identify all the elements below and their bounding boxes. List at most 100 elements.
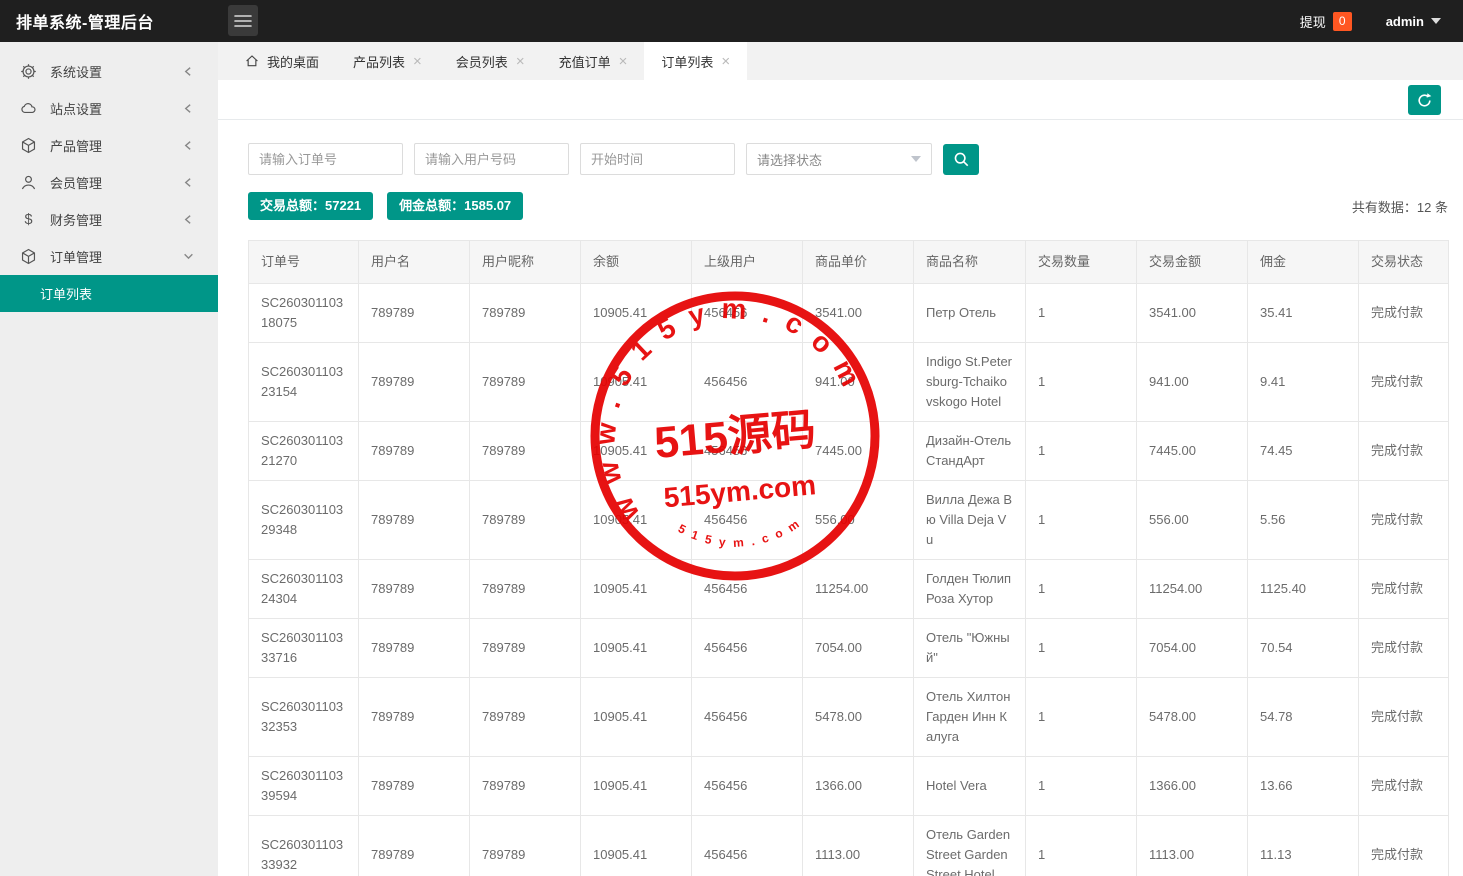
tab-member-list[interactable]: 会员列表 ×	[439, 42, 542, 80]
column-header: 佣金	[1248, 241, 1359, 284]
top-bar: 排单系统-管理后台 提现 0 admin	[0, 0, 1463, 42]
tab-label: 产品列表	[353, 52, 405, 71]
sidebar-toggle-button[interactable]	[228, 5, 258, 36]
table-cell: 456456	[692, 481, 803, 560]
table-cell: 11.13	[1248, 816, 1359, 876]
order-table: 订单号用户名用户昵称余额上级用户商品单价商品名称交易数量交易金额佣金交易状态 S…	[248, 240, 1449, 876]
column-header: 用户名	[359, 241, 470, 284]
table-row: SC2603011032430478978978978910905.414564…	[249, 560, 1449, 619]
order-no-input[interactable]	[248, 143, 403, 175]
table-cell: Вилла Дежа Вю Villa Deja Vu	[914, 481, 1026, 560]
table-cell: 1366.00	[803, 757, 914, 816]
table-cell: 完成付款	[1359, 481, 1449, 560]
table-cell: 789789	[470, 757, 581, 816]
order-table-wrap: 订单号用户名用户昵称余额上级用户商品单价商品名称交易数量交易金额佣金交易状态 S…	[248, 240, 1448, 876]
close-icon[interactable]: ×	[619, 54, 628, 69]
close-icon[interactable]: ×	[516, 54, 525, 69]
table-cell: 10905.41	[581, 481, 692, 560]
table-cell: 10905.41	[581, 422, 692, 481]
start-time-input[interactable]	[580, 143, 735, 175]
tab-recharge-orders[interactable]: 充值订单 ×	[542, 42, 645, 80]
sidebar-item-label: 产品管理	[50, 136, 102, 155]
status-select[interactable]: 请选择状态	[746, 143, 932, 175]
sidebar-item-product-management[interactable]: 产品管理	[0, 127, 218, 164]
home-icon	[245, 54, 259, 68]
table-cell: 789789	[470, 560, 581, 619]
search-button[interactable]	[943, 144, 979, 175]
table-cell: 556.00	[1137, 481, 1248, 560]
user-no-input[interactable]	[414, 143, 569, 175]
table-cell: SC26030110339594	[249, 757, 359, 816]
table-cell: 1	[1026, 816, 1137, 876]
table-cell: 941.00	[1137, 343, 1248, 422]
tab-my-desktop[interactable]: 我的桌面	[228, 42, 336, 80]
table-cell: Indigo St.Petersburg-Tchaikovskogo Hotel	[914, 343, 1026, 422]
close-icon[interactable]: ×	[413, 54, 422, 69]
tab-product-list[interactable]: 产品列表 ×	[336, 42, 439, 80]
username: admin	[1386, 14, 1424, 29]
table-cell: Отель Garden Street Garden Street Hotel	[914, 816, 1026, 876]
table-cell: 789789	[470, 422, 581, 481]
sidebar-submenu-label: 订单列表	[40, 284, 92, 303]
table-row: SC2603011032127078978978978910905.414564…	[249, 422, 1449, 481]
table-cell: 1366.00	[1137, 757, 1248, 816]
sidebar-item-order-management[interactable]: 订单管理	[0, 238, 218, 275]
table-cell: 789789	[470, 816, 581, 876]
table-cell: 10905.41	[581, 619, 692, 678]
sidebar-item-label: 会员管理	[50, 173, 102, 192]
table-cell: 1113.00	[803, 816, 914, 876]
refresh-button[interactable]	[1408, 85, 1441, 115]
table-cell: 完成付款	[1359, 678, 1449, 757]
table-cell: 7054.00	[803, 619, 914, 678]
table-cell: 完成付款	[1359, 757, 1449, 816]
table-cell: 556.00	[803, 481, 914, 560]
topbar-right: 提现 0 admin	[1300, 12, 1463, 31]
sidebar-item-system-settings[interactable]: 系统设置	[0, 53, 218, 90]
table-cell: 1113.00	[1137, 816, 1248, 876]
table-cell: 1	[1026, 343, 1137, 422]
table-cell: 7445.00	[1137, 422, 1248, 481]
withdraw-menu[interactable]: 提现 0	[1300, 12, 1352, 31]
table-cell: 789789	[470, 678, 581, 757]
table-cell: 完成付款	[1359, 816, 1449, 876]
table-cell: 789789	[470, 619, 581, 678]
column-header: 商品单价	[803, 241, 914, 284]
chevron-left-icon	[183, 177, 194, 188]
chevron-left-icon	[183, 140, 194, 151]
table-row: SC2603011032315478978978978910905.414564…	[249, 343, 1449, 422]
hamburger-icon	[234, 14, 252, 28]
table-cell: 3541.00	[1137, 284, 1248, 343]
user-menu[interactable]: admin	[1386, 14, 1441, 29]
table-cell: SC26030110333716	[249, 619, 359, 678]
table-cell: 10905.41	[581, 678, 692, 757]
trade-total-badge: 交易总额：57221	[248, 192, 373, 220]
table-cell: 7445.00	[803, 422, 914, 481]
table-cell: 11254.00	[803, 560, 914, 619]
search-icon	[953, 151, 970, 168]
sidebar-item-order-list-active[interactable]: 订单列表	[0, 275, 218, 312]
table-row: SC2603011032934878978978978910905.414564…	[249, 481, 1449, 560]
table-cell: 完成付款	[1359, 343, 1449, 422]
status-select-value: 请选择状态	[757, 150, 822, 169]
commission-total-badge: 佣金总额：1585.07	[387, 192, 523, 220]
order-table-body: SC2603011031807578978978978910905.414564…	[249, 284, 1449, 876]
table-row: SC2603011033959478978978978910905.414564…	[249, 757, 1449, 816]
column-header: 交易数量	[1026, 241, 1137, 284]
column-header: 用户昵称	[470, 241, 581, 284]
table-header-row: 订单号用户名用户昵称余额上级用户商品单价商品名称交易数量交易金额佣金交易状态	[249, 241, 1449, 284]
table-cell: 456456	[692, 678, 803, 757]
table-cell: 456456	[692, 284, 803, 343]
chevron-down-icon	[183, 251, 194, 262]
table-cell: 9.41	[1248, 343, 1359, 422]
refresh-icon	[1416, 92, 1433, 109]
close-icon[interactable]: ×	[721, 54, 730, 69]
tab-order-list-active[interactable]: 订单列表 ×	[644, 42, 747, 80]
sidebar-item-member-management[interactable]: 会员管理	[0, 164, 218, 201]
table-cell: 789789	[359, 816, 470, 876]
column-header: 上级用户	[692, 241, 803, 284]
table-cell: Петр Отель	[914, 284, 1026, 343]
column-header: 交易金额	[1137, 241, 1248, 284]
sidebar-item-site-settings[interactable]: 站点设置	[0, 90, 218, 127]
table-cell: SC26030110321270	[249, 422, 359, 481]
sidebar-item-finance-management[interactable]: $ 财务管理	[0, 201, 218, 238]
